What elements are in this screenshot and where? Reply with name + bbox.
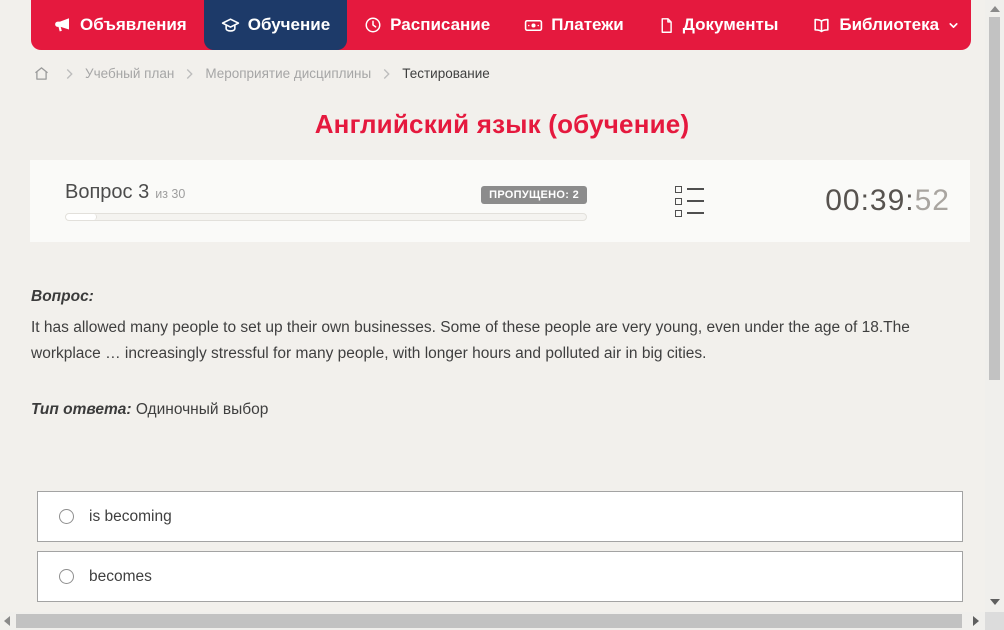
- banknote-icon: [524, 16, 543, 35]
- timer-hours-minutes: 00:39:: [825, 184, 915, 217]
- progress-bar: [65, 213, 587, 221]
- top-navbar: Объявления Обучение Расписание Платежи Д…: [31, 0, 971, 50]
- answer-type-label: Тип ответа:: [31, 401, 132, 418]
- clock-icon: [364, 16, 382, 34]
- breadcrumb-item-discipline-event[interactable]: Мероприятие дисциплины: [205, 66, 371, 81]
- vertical-scrollbar[interactable]: [985, 0, 1004, 612]
- nav-item-label: Объявления: [80, 15, 187, 34]
- question-body: Вопрос: It has allowed many people to se…: [31, 288, 973, 419]
- question-number: Вопрос 3: [65, 181, 150, 203]
- progress-bar-fill: [66, 214, 98, 220]
- page-title: Английский язык (обучение): [314, 109, 690, 139]
- answer-option-1[interactable]: is becoming: [37, 491, 963, 542]
- breadcrumb-item-curriculum[interactable]: Учебный план: [85, 66, 174, 81]
- home-icon[interactable]: [33, 65, 50, 82]
- nav-item-documents[interactable]: Документы: [641, 0, 796, 50]
- breadcrumb: Учебный план Мероприятие дисциплины Тест…: [33, 65, 1004, 82]
- breadcrumb-separator-icon: [382, 68, 391, 80]
- nav-item-label: Обучение: [247, 15, 331, 34]
- breadcrumb-item-testing: Тестирование: [402, 66, 490, 81]
- document-icon: [658, 17, 675, 34]
- scroll-right-arrow-icon[interactable]: [973, 616, 979, 626]
- question-progress-block: Вопрос 3 из 30 ПРОПУЩЕНО: 2: [65, 181, 587, 221]
- timer-seconds: 52: [914, 184, 950, 217]
- question-header-card: Вопрос 3 из 30 ПРОПУЩЕНО: 2 00:39:52: [30, 160, 970, 242]
- answer-type-value: Одиночный выбор: [135, 401, 269, 418]
- scroll-down-arrow-icon[interactable]: [990, 599, 1000, 605]
- breadcrumb-separator-icon: [185, 68, 194, 80]
- nav-item-label: Документы: [682, 15, 779, 34]
- vertical-scrollbar-thumb[interactable]: [989, 17, 1000, 380]
- skipped-badge: ПРОПУЩЕНО: 2: [481, 186, 587, 204]
- question-label: Вопрос:: [31, 288, 94, 305]
- answer-option-label: becomes: [89, 567, 152, 585]
- scroll-left-arrow-icon[interactable]: [4, 616, 10, 626]
- question-total: из 30: [155, 187, 186, 201]
- nav-item-payments[interactable]: Платежи: [507, 0, 641, 50]
- megaphone-icon: [54, 16, 72, 34]
- timer: 00:39:52: [825, 184, 950, 218]
- radio-button[interactable]: [59, 509, 74, 524]
- nav-item-label: Платежи: [551, 15, 624, 34]
- scroll-up-arrow-icon[interactable]: [990, 6, 1000, 12]
- scrollbar-corner: [985, 612, 1004, 630]
- radio-button[interactable]: [59, 569, 74, 584]
- nav-item-label: Библиотека: [839, 15, 940, 34]
- nav-item-library[interactable]: Библиотека: [795, 0, 977, 50]
- horizontal-scrollbar-thumb[interactable]: [16, 614, 962, 628]
- chevron-down-icon: [947, 19, 960, 32]
- question-list-icon[interactable]: [675, 185, 704, 217]
- nav-item-schedule[interactable]: Расписание: [347, 0, 507, 50]
- answer-option-label: is becoming: [89, 507, 172, 525]
- answer-type-row: Тип ответа: Одиночный выбор: [31, 401, 973, 419]
- question-text: It has allowed many people to set up the…: [31, 319, 910, 362]
- answer-options: is becoming becomes: [37, 491, 963, 602]
- open-book-icon: [812, 16, 831, 35]
- graduation-cap-icon: [221, 16, 240, 35]
- nav-item-label: Расписание: [390, 15, 491, 34]
- nav-item-learning[interactable]: Обучение: [203, 0, 348, 50]
- answer-option-2[interactable]: becomes: [37, 551, 963, 602]
- breadcrumb-separator-icon: [65, 68, 74, 80]
- nav-item-announcements[interactable]: Объявления: [37, 0, 204, 50]
- horizontal-scrollbar[interactable]: [0, 612, 985, 630]
